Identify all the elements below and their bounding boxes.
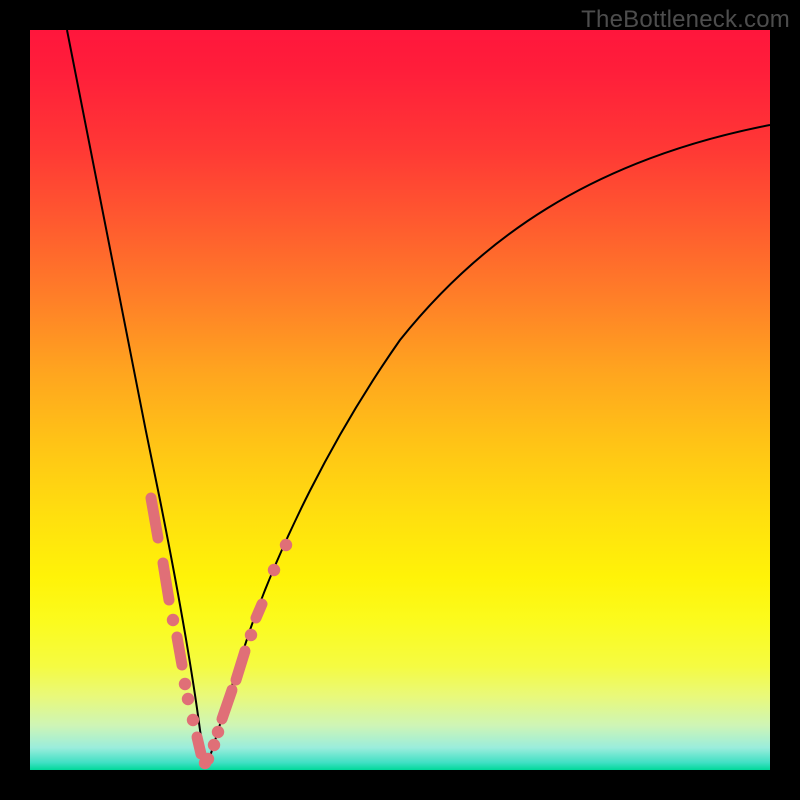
marker-bead (179, 678, 191, 690)
marker-bead (197, 737, 201, 754)
marker-bead (256, 604, 262, 618)
marker-bead (151, 498, 158, 538)
marker-bead (208, 739, 220, 751)
curve-right-branch (207, 125, 770, 766)
marker-bead (245, 629, 257, 641)
chart-frame: TheBottleneck.com (0, 0, 800, 800)
curve-left-branch (67, 30, 207, 766)
marker-bead (268, 564, 280, 576)
marker-bead (222, 690, 232, 719)
watermark-text: TheBottleneck.com (581, 6, 790, 34)
marker-bead (163, 563, 169, 600)
marker-bead (177, 637, 182, 665)
marker-bead (280, 539, 292, 551)
marker-bead (187, 714, 199, 726)
marker-bead (212, 726, 224, 738)
marker-bead (202, 753, 214, 765)
marker-bead (167, 614, 179, 626)
marker-bead (182, 693, 194, 705)
marker-bead (236, 651, 245, 680)
curve-overlay (30, 30, 770, 770)
